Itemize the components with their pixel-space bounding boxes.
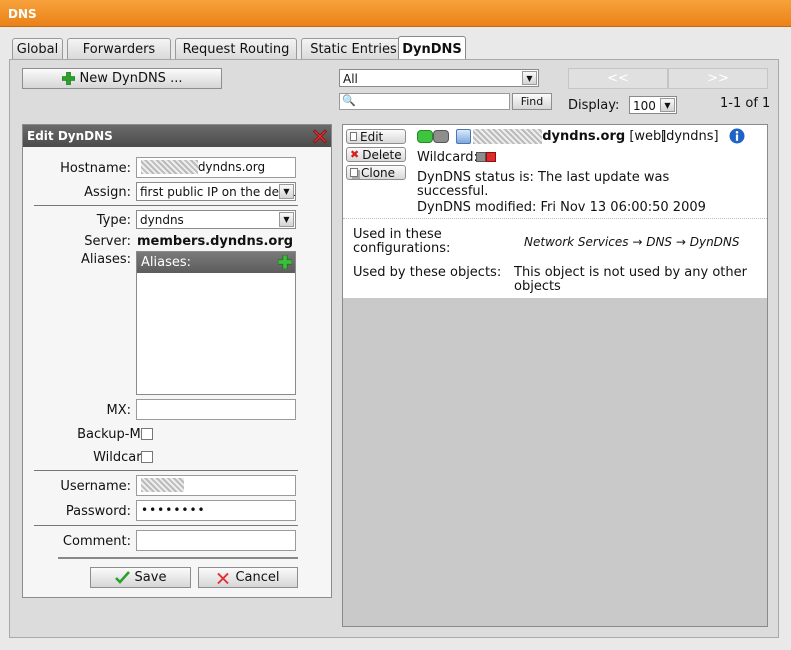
server-value: members.dyndns.org xyxy=(137,234,294,249)
aliases-label: Aliases: xyxy=(80,252,131,267)
display-label: Display: xyxy=(568,98,620,113)
wildcard-status-label: Wildcard: xyxy=(417,150,478,165)
mx-label: MX: xyxy=(106,403,131,418)
used-in-label-2: configurations: xyxy=(353,241,451,256)
password-field[interactable]: •••••••• xyxy=(136,500,296,521)
pager-next-button[interactable]: >> xyxy=(668,68,768,89)
wildcard-checkbox[interactable] xyxy=(141,451,153,463)
username-field[interactable]: xxxxxx xyxy=(136,475,296,496)
chevron-down-icon: ▼ xyxy=(660,98,675,112)
used-by-label: Used by these objects: xyxy=(353,265,502,280)
wildcard-label: Wildcard: xyxy=(93,450,154,465)
used-in-label-1: Used in these xyxy=(353,227,442,242)
add-icon xyxy=(61,72,75,85)
backup-mx-label: Backup-MX: xyxy=(77,427,154,442)
status-line-1: DynDNS status is: The last update was xyxy=(417,170,670,185)
wildcard-off-icon xyxy=(476,152,486,162)
display-count-value: 100 xyxy=(633,99,656,113)
server-label: Server: xyxy=(84,234,131,249)
assign-label: Assign: xyxy=(84,185,131,200)
wildcard-off-icon xyxy=(486,152,496,162)
dyndns-list: Edit ✖ Delete Clone xxxxxxxxxdyndns.org … xyxy=(342,124,768,627)
chevron-down-icon: ▼ xyxy=(279,184,294,199)
tab-request-routing[interactable]: Request Routing xyxy=(175,38,297,60)
entry-title: xxxxxxxxxdyndns.org [web] xyxy=(473,129,666,144)
search-input[interactable]: 🔍 xyxy=(339,93,510,110)
search-icon: 🔍 xyxy=(342,94,356,107)
clone-button[interactable]: Clone xyxy=(346,165,406,180)
cancel-button[interactable]: Cancel xyxy=(198,567,298,588)
save-button[interactable]: Save xyxy=(90,567,191,588)
close-icon[interactable] xyxy=(312,128,328,144)
add-alias-icon[interactable] xyxy=(278,255,292,269)
modified-text: DynDNS modified: Fri Nov 13 06:00:50 200… xyxy=(417,200,706,215)
hostname-field[interactable]: xxxxxxxxdyndns.org xyxy=(136,157,296,178)
filter-selected-value: All xyxy=(343,72,358,86)
new-dyndns-button[interactable]: New DynDNS ... xyxy=(22,68,222,89)
masked-text: xxxxxx xyxy=(141,478,184,492)
delete-button[interactable]: ✖ Delete xyxy=(346,147,406,162)
checkmark-icon xyxy=(114,571,130,584)
used-in-path-link[interactable]: Network Services → DNS → DynDNS xyxy=(524,235,740,249)
type-label: Type: xyxy=(96,213,131,228)
used-by-value-1: This object is not used by any other xyxy=(514,265,747,280)
filter-select[interactable]: All ▼ xyxy=(339,69,539,87)
display-count-select[interactable]: 100 ▼ xyxy=(629,96,677,114)
divider xyxy=(343,218,767,219)
comment-label: Comment: xyxy=(62,534,131,549)
clone-icon xyxy=(350,168,358,177)
used-by-value-2: objects xyxy=(514,279,561,294)
list-item[interactable]: Edit ✖ Delete Clone xxxxxxxxxdyndns.org … xyxy=(343,125,767,298)
divider xyxy=(34,205,298,206)
resize-handle[interactable] xyxy=(58,557,298,559)
tab-global[interactable]: Global xyxy=(12,38,63,60)
tab-static-entries[interactable]: Static Entries xyxy=(301,38,406,60)
hostname-label: Hostname: xyxy=(60,161,131,176)
delete-icon: ✖ xyxy=(350,148,360,161)
entry-hostname: dyndns.org xyxy=(542,129,626,144)
aliases-list[interactable]: Aliases: xyxy=(136,251,296,395)
chevron-down-icon: ▼ xyxy=(522,71,537,85)
new-dyndns-label: New DynDNS ... xyxy=(79,71,183,86)
cancel-icon xyxy=(217,572,230,584)
type-select[interactable]: dyndns ▼ xyxy=(136,210,296,229)
find-button[interactable]: Find xyxy=(512,93,552,110)
status-enabled-icon[interactable] xyxy=(417,130,433,143)
chevron-down-icon: ▼ xyxy=(279,212,294,227)
status-line-2: successful. xyxy=(417,184,489,199)
window-title: DNS xyxy=(0,0,791,27)
edit-panel-title: Edit DynDNS xyxy=(23,125,331,147)
type-selected-value: dyndns xyxy=(140,213,184,227)
assign-selected-value: first public IP on the default interface xyxy=(140,185,295,199)
assign-select[interactable]: first public IP on the default interface… xyxy=(136,182,296,201)
dns-object-icon xyxy=(456,129,471,144)
tab-forwarders[interactable]: Forwarders xyxy=(67,38,171,60)
masked-text: xxxxxxxxx xyxy=(473,129,543,144)
aliases-list-header: Aliases: xyxy=(137,252,295,273)
mx-field[interactable] xyxy=(136,399,296,420)
status-disabled-icon[interactable] xyxy=(433,130,449,143)
result-count: 1-1 of 1 xyxy=(720,96,771,111)
divider xyxy=(34,470,298,471)
edit-icon xyxy=(350,132,357,141)
divider xyxy=(34,525,298,526)
comment-field[interactable] xyxy=(136,530,296,551)
pager-prev-button[interactable]: << xyxy=(568,68,668,89)
entry-tag-type: [dyndns] xyxy=(661,129,719,144)
backup-mx-checkbox[interactable] xyxy=(141,428,153,440)
edit-button[interactable]: Edit xyxy=(346,129,406,144)
username-label: Username: xyxy=(60,479,131,494)
masked-text: xxxxxxxx xyxy=(141,160,198,174)
password-label: Password: xyxy=(65,504,131,519)
info-icon[interactable] xyxy=(729,128,745,144)
tab-dyndns[interactable]: DynDNS xyxy=(398,36,466,60)
